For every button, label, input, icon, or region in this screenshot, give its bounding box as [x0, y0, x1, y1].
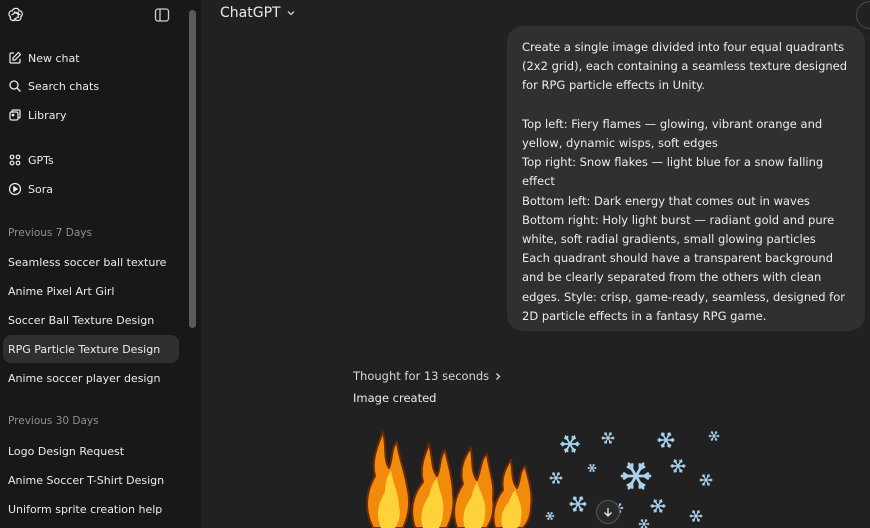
snowflake-shape	[569, 496, 587, 512]
snowflake-shape	[587, 464, 597, 472]
chat-history-item[interactable]: Logo Design Request	[3, 437, 179, 465]
chat-history-item[interactable]: Soccer Ball Texture Design	[3, 306, 179, 334]
snowflake-shape	[620, 462, 652, 490]
search-chats-button[interactable]: Search chats	[3, 72, 179, 100]
sora-label: Sora	[28, 182, 53, 196]
gpts-button[interactable]: GPTs	[3, 146, 179, 174]
sidebar: New chat Search chats Library GPTs Sora …	[0, 0, 201, 528]
header-action-button[interactable]	[856, 1, 870, 29]
gpts-label: GPTs	[28, 153, 54, 167]
user-message-line: (2x2 grid), each containing a seamless t…	[522, 59, 848, 74]
search-icon	[8, 79, 22, 93]
sora-button[interactable]: Sora	[3, 175, 179, 203]
sidebar-header	[0, 0, 201, 30]
chat-history-label: RPG Particle Texture Design	[8, 342, 161, 356]
scroll-to-bottom-button[interactable]	[596, 500, 620, 524]
sidebar-scrollbar[interactable]	[189, 10, 196, 328]
chat-history-label: Anime soccer player design	[8, 371, 161, 385]
snowflake-shape	[657, 432, 675, 448]
chat-history-item[interactable]: Seamless soccer ball texture	[3, 248, 179, 276]
snowflake-shape	[601, 432, 615, 444]
sidebar-toggle-icon[interactable]	[154, 7, 170, 23]
thought-label: Thought for 13 seconds	[353, 369, 490, 383]
chevron-right-icon	[496, 372, 501, 380]
image-created-label: Image created	[353, 391, 437, 405]
user-message-line: Top left: Fiery flames — glowing, vibran…	[522, 116, 823, 131]
user-message-line: and be clearly separated from the others…	[522, 270, 822, 285]
chat-history-label: Soccer Ball Texture Design	[8, 313, 155, 327]
snowflake-shape	[699, 474, 713, 486]
user-message-line: white, soft radial gradients, small glow…	[522, 232, 816, 247]
generated-image[interactable]	[353, 428, 723, 528]
flames-quadrant	[366, 431, 533, 528]
user-message-line: yellow, dynamic wisps, soft edges	[522, 136, 718, 150]
edit-icon	[8, 51, 22, 65]
snowflake-shape	[670, 459, 686, 473]
library-icon	[8, 108, 22, 122]
thought-toggle[interactable]: Thought for 13 seconds	[353, 369, 502, 383]
new-chat-button[interactable]: New chat	[3, 44, 179, 72]
grid-icon	[8, 153, 22, 167]
chat-history-label: Anime Pixel Art Girl	[8, 284, 115, 298]
model-selector[interactable]: ChatGPT	[220, 5, 296, 21]
section-previous-30-days: Previous 30 Days	[8, 415, 99, 427]
new-chat-label: New chat	[28, 51, 80, 65]
user-message-line: for RPG particle effects in Unity.	[522, 78, 705, 93]
user-message-line: Bottom left: Dark energy that comes out …	[522, 193, 810, 208]
user-message-line: Create a single image divided into four …	[522, 40, 845, 54]
snowflake-shape	[638, 519, 650, 528]
chat-history-label: Uniform sprite creation help	[8, 502, 163, 516]
section-previous-7-days: Previous 7 Days	[8, 227, 92, 239]
openai-logo-icon[interactable]	[7, 6, 25, 24]
snowflake-shape	[549, 472, 563, 484]
snowflake-shape	[708, 431, 720, 441]
chat-history-item[interactable]: Anime Pixel Art Girl	[3, 277, 179, 305]
snowflake-shape	[650, 499, 666, 513]
chat-history-label: Anime Soccer T-Shirt Design	[8, 473, 165, 487]
library-label: Library	[28, 108, 67, 122]
arrow-down-icon	[604, 508, 612, 517]
user-message-line: Top right: Snow flakes — light blue for …	[522, 155, 824, 170]
snowflake-shape	[560, 435, 580, 453]
snowflake-shape	[689, 510, 703, 522]
user-message-line: edges. Style: crisp, game-ready, seamles…	[522, 289, 845, 304]
user-message: Create a single image divided into four …	[507, 26, 865, 331]
user-message-line: effect	[522, 174, 555, 189]
chat-history-label: Seamless soccer ball texture	[8, 255, 167, 269]
user-message-line: Bottom right: Holy light burst — radiant…	[522, 212, 835, 227]
chat-history-item[interactable]: Anime soccer player design	[3, 364, 179, 392]
snowflakes-quadrant	[545, 431, 720, 528]
chat-history-item[interactable]: Uniform sprite creation help	[3, 495, 179, 523]
chevron-down-icon	[287, 11, 295, 16]
play-circle-icon	[8, 182, 22, 196]
chat-history-item[interactable]: Anime Soccer T-Shirt Design	[3, 466, 179, 494]
snowflake-shape	[545, 512, 555, 520]
chat-history-item-active[interactable]: RPG Particle Texture Design	[3, 335, 179, 363]
search-chats-label: Search chats	[28, 79, 100, 93]
user-message-line: Each quadrant should have a transparent …	[522, 251, 834, 266]
library-button[interactable]: Library	[3, 101, 179, 129]
user-message-line: 2D particle effects in a fantasy RPG gam…	[522, 308, 767, 323]
model-name: ChatGPT	[220, 5, 281, 21]
chat-history-label: Logo Design Request	[8, 444, 125, 458]
